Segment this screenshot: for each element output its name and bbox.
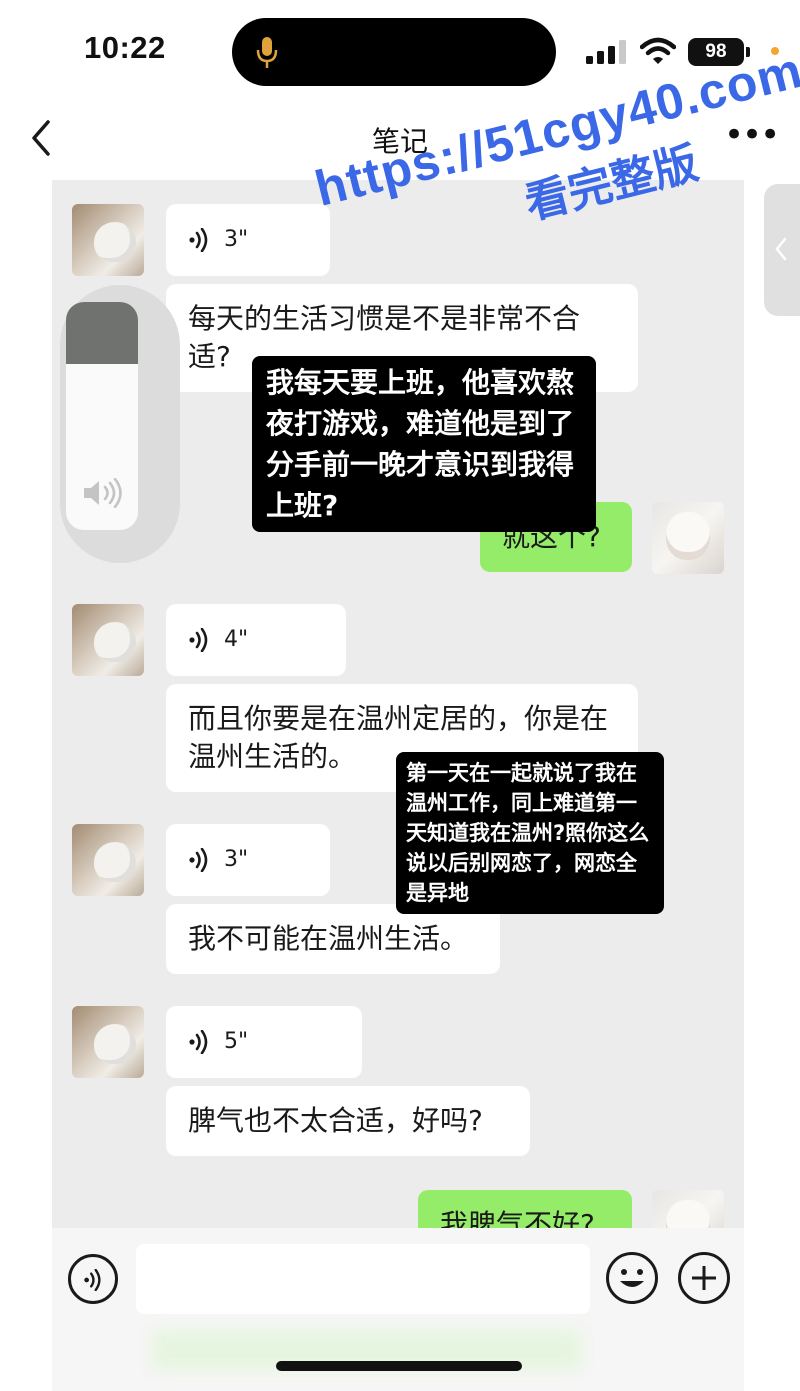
nav-bar: 笔记 ••• bbox=[0, 100, 800, 180]
voice-input-button[interactable] bbox=[68, 1254, 118, 1304]
voice-message[interactable]: 3" bbox=[166, 204, 330, 276]
voice-message[interactable]: 3" bbox=[166, 824, 330, 896]
voice-icon bbox=[84, 1269, 101, 1291]
emoji-button[interactable] bbox=[606, 1252, 658, 1304]
contact-avatar[interactable] bbox=[72, 824, 144, 896]
voice-duration: 5" bbox=[224, 1029, 249, 1054]
plus-icon bbox=[692, 1266, 716, 1290]
contact-avatar[interactable] bbox=[72, 1006, 144, 1078]
my-avatar[interactable] bbox=[652, 502, 724, 574]
mic-icon bbox=[256, 37, 278, 68]
sent-message[interactable]: 我脾气不好? bbox=[418, 1190, 632, 1228]
home-indicator[interactable] bbox=[276, 1361, 522, 1371]
voice-duration: 3" bbox=[224, 847, 249, 872]
chat-title: 笔记 bbox=[371, 125, 428, 158]
contact-avatar[interactable] bbox=[72, 604, 144, 676]
status-time: 10:22 bbox=[84, 30, 166, 65]
dynamic-island bbox=[232, 18, 556, 86]
voice-icon bbox=[189, 628, 208, 652]
voice-transcript: 脾气也不太合适，好吗? bbox=[166, 1086, 530, 1156]
more-functions-button[interactable] bbox=[678, 1252, 730, 1304]
message-input[interactable] bbox=[136, 1244, 590, 1314]
signal-icon bbox=[586, 40, 626, 64]
voice-message[interactable]: 4" bbox=[166, 604, 346, 676]
more-icon[interactable]: ••• bbox=[724, 118, 780, 152]
speaker-icon bbox=[84, 478, 122, 508]
my-avatar[interactable] bbox=[652, 1190, 724, 1228]
contact-avatar[interactable] bbox=[72, 204, 144, 276]
battery-indicator: 98 bbox=[688, 38, 744, 66]
chevron-left-icon bbox=[775, 237, 787, 261]
voice-message[interactable]: 5" bbox=[166, 1006, 362, 1078]
emoji-icon bbox=[620, 1269, 644, 1287]
volume-level-fill bbox=[66, 302, 138, 364]
annotation-caption: 我每天要上班，他喜欢熬夜打游戏，难道他是到了分手前一晚才意识到我得上班? bbox=[252, 356, 596, 532]
voice-duration: 3" bbox=[224, 227, 249, 252]
status-bar: 10:22 98 bbox=[0, 0, 800, 100]
annotation-caption: 第一天在一起就说了我在温州工作，同上难道第一天知道我在温州?照你这么说以后别网恋… bbox=[396, 752, 664, 914]
voice-icon bbox=[189, 228, 208, 252]
voice-icon bbox=[189, 848, 208, 872]
privacy-indicator-dot bbox=[771, 47, 779, 55]
voice-duration: 4" bbox=[224, 627, 249, 652]
voice-icon bbox=[189, 1030, 208, 1054]
voice-transcript: 我不可能在温州生活。 bbox=[166, 904, 500, 974]
battery-tip bbox=[746, 47, 750, 57]
wifi-icon bbox=[640, 37, 676, 64]
